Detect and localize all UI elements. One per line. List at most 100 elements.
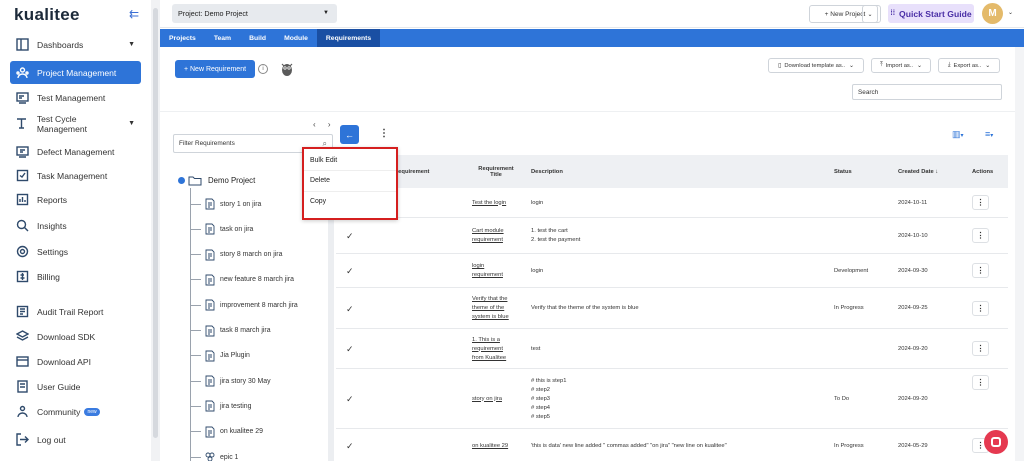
avatar[interactable]: M — [982, 3, 1003, 24]
row-actions-kebab-icon[interactable]: ⋮ — [972, 263, 989, 278]
collapse-icon[interactable]: ⇇ — [129, 7, 139, 21]
panel-nav-arrows[interactable]: ‹ › — [313, 120, 336, 129]
tree-node-label: Jia Plugin — [220, 352, 250, 360]
tree-root[interactable]: Demo Project — [178, 175, 255, 186]
sidebar-item-audit-trail-report[interactable]: Audit Trail Report — [10, 300, 141, 323]
sidebar-item-billing[interactable]: Billing — [10, 265, 141, 288]
tab-module[interactable]: Module — [275, 29, 317, 47]
tree-node-label: story 1 on jira — [220, 200, 262, 208]
tab-build[interactable]: Build — [240, 29, 275, 47]
table-row[interactable]: ✓ login requirement login Development 2024-09… — [336, 254, 1008, 288]
column-selector-icon[interactable]: ▥▾ — [952, 129, 964, 140]
row-title-link[interactable]: story on jira — [472, 395, 524, 404]
table-row[interactable]: ✓ Cart module requirement 1. test the cart 2… — [336, 218, 1008, 254]
row-checkbox[interactable]: ✓ — [346, 395, 355, 404]
row-description: test — [531, 345, 761, 354]
table-row[interactable]: ✓ story on jira # this is step1 # step2 # st… — [336, 369, 1008, 429]
sidebar-item-download-sdk[interactable]: Download SDK — [10, 325, 141, 348]
menu-item-copy[interactable]: Copy — [310, 198, 326, 205]
tab-team[interactable]: Team — [205, 29, 240, 47]
minus-icon[interactable] — [178, 177, 185, 184]
sidebar-item-label: Defect Management — [37, 146, 115, 157]
import-button[interactable]: ⤒ Import as.. ⌄ — [871, 58, 931, 73]
tree-node[interactable]: Jia Plugin — [190, 349, 250, 363]
menu-item-bulk-edit[interactable]: Bulk Edit — [310, 157, 337, 164]
owl-icon[interactable] — [281, 62, 293, 76]
back-arrow-button[interactable]: ← — [340, 125, 359, 144]
guide-icon — [15, 380, 29, 394]
row-checkbox[interactable]: ✓ — [346, 267, 355, 276]
tree-node[interactable]: improvement 8 march jira — [190, 298, 298, 312]
sidebar-item-download-api[interactable]: Download API — [10, 350, 141, 373]
sidebar-item-community[interactable]: Community new — [10, 400, 141, 423]
table-row[interactable]: Test the login login 2024-10-11 ⋮ — [336, 188, 1008, 218]
sidebar-item-task-management[interactable]: Task Management — [10, 164, 141, 187]
tree-node[interactable]: jira testing — [190, 399, 251, 413]
page-scrollbar[interactable] — [1015, 47, 1024, 461]
new-project-dropdown[interactable]: ⌄ — [862, 5, 878, 23]
sidebar-item-label: Download SDK — [37, 331, 96, 342]
sidebar-item-settings[interactable]: Settings — [10, 240, 141, 263]
sidebar-item-dashboards[interactable]: Dashboards ▼ — [10, 33, 141, 56]
row-checkbox[interactable]: ✓ — [346, 232, 355, 241]
search-input[interactable]: Search — [852, 84, 1002, 100]
caret-down-icon[interactable]: ▼ — [128, 41, 135, 48]
row-title-link[interactable]: login requirement — [472, 262, 524, 280]
row-title-link[interactable]: Verify that the theme of the system is blu… — [472, 295, 524, 322]
header-created-date[interactable]: Created Date ↓ — [898, 155, 938, 188]
row-actions-kebab-icon[interactable]: ⋮ — [972, 341, 989, 356]
sidebar-item-reports[interactable]: Reports — [10, 188, 141, 211]
row-title-link[interactable]: on kualitee 29 — [472, 442, 524, 451]
sidebar-item-insights[interactable]: Insights — [10, 214, 141, 237]
row-actions-kebab-icon[interactable]: ⋮ — [972, 375, 989, 390]
project-selector-label: Project: — [178, 9, 203, 18]
sidebar-item-log-out[interactable]: Log out — [10, 428, 141, 451]
sidebar-item-defect-management[interactable]: Defect Management — [10, 140, 141, 163]
new-requirement-button[interactable]: + New Requirement — [175, 60, 255, 78]
tree-node[interactable]: on kualitee 29 — [190, 425, 263, 439]
tree-node[interactable]: task 8 march jira — [190, 324, 271, 338]
row-title-line: requirement — [472, 272, 503, 278]
menu-item-delete[interactable]: Delete — [310, 177, 330, 184]
row-checkbox[interactable]: ✓ — [346, 345, 355, 354]
table-row[interactable]: ✓ Verify that the theme of the system is bl… — [336, 288, 1008, 329]
row-actions-kebab-icon[interactable]: ⋮ — [972, 228, 989, 243]
tree-node[interactable]: story 1 on jira — [190, 197, 261, 211]
tree-node[interactable]: task on jira — [190, 222, 253, 236]
project-selector[interactable]: Project: Demo Project ▼ — [172, 4, 337, 23]
filter-icon[interactable]: ≡▾ — [985, 129, 993, 139]
sidebar-item-user-guide[interactable]: User Guide — [10, 375, 141, 398]
row-actions-kebab-icon[interactable]: ⋮ — [972, 195, 989, 210]
download-template-button[interactable]: ▯ Download template as.. ⌄ — [768, 58, 864, 73]
row-checkbox[interactable]: ✓ — [346, 304, 355, 314]
row-description-line: 1. test the cart — [531, 228, 568, 234]
table-row[interactable]: ✓ 1. This is a requirement from Kualitee tes… — [336, 329, 1008, 369]
info-icon[interactable]: i — [258, 64, 268, 74]
reports-icon — [15, 193, 29, 207]
kebab-menu-icon[interactable]: ⋮ — [379, 128, 389, 139]
quick-start-button[interactable]: ⁞⁞ Quick Start Guide — [888, 4, 974, 23]
tree-node[interactable]: new feature 8 march jira — [190, 273, 294, 287]
tree-node[interactable]: epic 1 — [190, 450, 238, 461]
tab-projects[interactable]: Projects — [160, 29, 205, 47]
sidebar-item-test-management[interactable]: Test Management — [10, 86, 141, 109]
tab-requirements[interactable]: Requirements — [316, 29, 381, 47]
chat-icon[interactable] — [984, 430, 1008, 454]
sidebar-item-project-management[interactable]: Project Management — [10, 61, 141, 84]
row-title-link[interactable]: Test the login — [472, 199, 524, 208]
chevron-down-icon[interactable]: ⌄ — [1008, 9, 1013, 16]
table-row[interactable]: ✓ on kualitee 29 'this is data' new line a… — [336, 429, 1008, 461]
sidebar-scrollbar[interactable] — [151, 0, 160, 461]
row-status: In Progress — [834, 305, 864, 311]
export-button[interactable]: ⤓ Export as.. ⌄ — [938, 58, 1000, 73]
row-title-link[interactable]: Cart module requirement — [472, 227, 524, 245]
sidebar-item-test-cycle-management[interactable]: Test Cycle Management ▼ — [10, 112, 141, 135]
sidebar-item-label: Reports — [37, 194, 68, 205]
tree-node[interactable]: story 8 march on jira — [190, 248, 282, 262]
tree-node[interactable]: jira story 30 May — [190, 374, 271, 388]
row-title-link[interactable]: 1. This is a requirement from Kualitee — [472, 336, 524, 363]
caret-down-icon[interactable]: ▼ — [128, 120, 135, 127]
tree-node-label: jira story 30 May — [220, 377, 271, 385]
row-checkbox[interactable]: ✓ — [346, 442, 355, 451]
row-actions-kebab-icon[interactable]: ⋮ — [972, 300, 989, 316]
